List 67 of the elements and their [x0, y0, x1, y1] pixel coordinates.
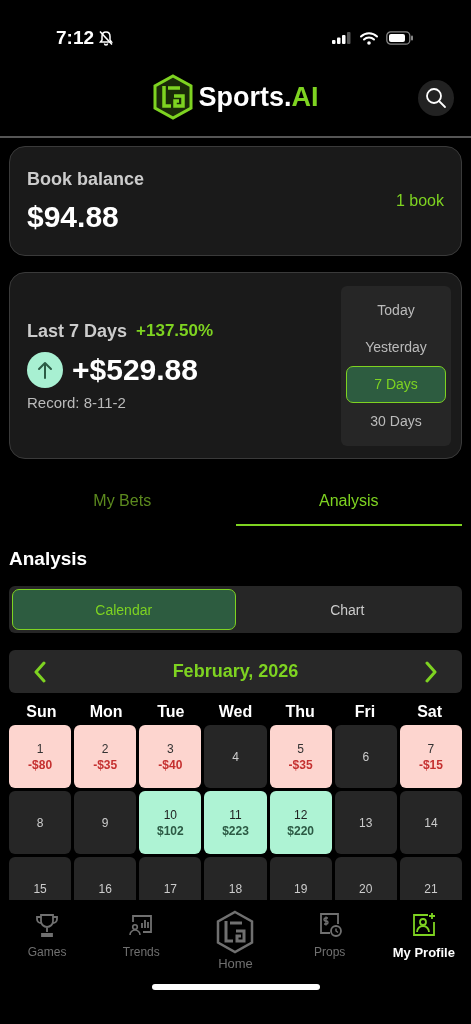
- calendar-day[interactable]: 18: [204, 857, 267, 900]
- weekday-label: Mon: [88, 703, 124, 721]
- nav-tab[interactable]: Trends: [96, 912, 187, 959]
- calendar-day[interactable]: 5 -$35: [269, 725, 332, 788]
- calendar-day[interactable]: 10 $102: [139, 791, 202, 854]
- weekday-label: Fri: [353, 703, 377, 721]
- section-title: Analysis: [9, 548, 89, 570]
- nav-tab[interactable]: Home: [190, 910, 281, 971]
- calendar-day[interactable]: 1 -$80: [9, 725, 72, 788]
- chevron-left-icon: [33, 660, 47, 683]
- wifi-icon: [360, 31, 378, 45]
- period-option[interactable]: 7 Days: [346, 365, 446, 403]
- status-time: 7:12: [56, 27, 95, 49]
- signal-icon: [332, 32, 352, 44]
- balance-label: Book balance: [27, 168, 145, 190]
- trophy-icon: [34, 912, 61, 938]
- view-option[interactable]: Calendar: [12, 589, 236, 630]
- search-button[interactable]: [418, 80, 454, 116]
- nav-tab[interactable]: My Profile: [378, 912, 469, 960]
- view-option[interactable]: Chart: [235, 589, 459, 630]
- weekday-label: Wed: [217, 703, 254, 721]
- percent-change: +137.50%: [136, 321, 214, 341]
- period-option[interactable]: 30 Days: [346, 402, 446, 440]
- bell-muted-icon: [98, 30, 115, 46]
- calendar-day[interactable]: 9: [74, 791, 137, 854]
- calendar-day[interactable]: 17: [139, 857, 202, 900]
- month-title: February, 2026: [172, 661, 299, 682]
- search-icon: [425, 87, 447, 109]
- period-label: Last 7 Days: [27, 320, 128, 342]
- calendar-day[interactable]: 20: [334, 857, 397, 900]
- record-text: Record: 8-11-2: [27, 393, 127, 411]
- calendar-day[interactable]: 11 $223: [204, 791, 267, 854]
- weekday-label: Sun: [25, 703, 58, 721]
- tab[interactable]: Analysis: [235, 477, 462, 526]
- calendar-day[interactable]: 21: [399, 857, 462, 900]
- weekday-label: Sat: [416, 703, 444, 721]
- logo-icon: [152, 74, 195, 120]
- previous-month-button[interactable]: [33, 660, 47, 683]
- hexagon-logo-icon: [215, 910, 256, 954]
- calendar-day[interactable]: 13: [334, 791, 397, 854]
- calendar-day[interactable]: 2 -$35: [74, 725, 137, 788]
- book-count: 1 book: [395, 192, 444, 210]
- chevron-right-icon: [424, 660, 438, 683]
- calendar-day[interactable]: 19: [269, 857, 332, 900]
- balance-amount: $94.88: [27, 199, 120, 234]
- tab[interactable]: My Bets: [9, 477, 236, 526]
- calendar-day[interactable]: 12 $220: [269, 791, 332, 854]
- period-option[interactable]: Today: [346, 291, 446, 329]
- nav-tab[interactable]: Games: [2, 912, 93, 959]
- calendar-day[interactable]: 6: [334, 725, 397, 788]
- calendar-day[interactable]: 16: [74, 857, 137, 900]
- period-option[interactable]: Yesterday: [346, 328, 446, 366]
- chart-board-icon: [128, 912, 155, 938]
- calendar-day[interactable]: 3 -$40: [139, 725, 202, 788]
- battery-icon: [386, 31, 414, 45]
- calendar-day[interactable]: 14: [399, 791, 462, 854]
- weekday-label: Thu: [284, 703, 316, 721]
- calendar-day[interactable]: 15: [9, 857, 72, 900]
- profit-amount: +$529.88: [72, 352, 198, 387]
- weekday-label: Tue: [156, 703, 186, 721]
- app-logo-text: Sports.AI: [198, 81, 319, 113]
- nav-tab[interactable]: Props: [284, 912, 375, 959]
- next-month-button[interactable]: [424, 660, 438, 683]
- calendar-day[interactable]: 4: [204, 725, 267, 788]
- calendar-day[interactable]: 7 -$15: [399, 725, 462, 788]
- profile-add-icon: [410, 912, 437, 938]
- calendar-day[interactable]: 8: [9, 791, 72, 854]
